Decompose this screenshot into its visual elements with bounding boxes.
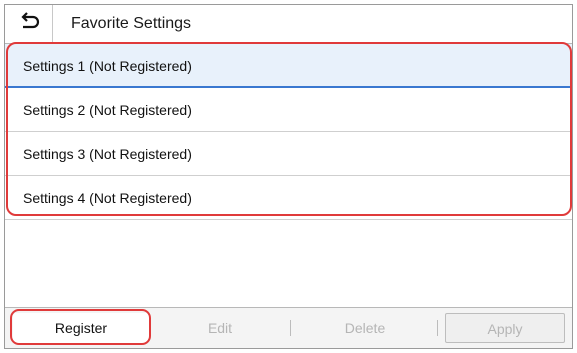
list-item-settings-4[interactable]: Settings 4 (Not Registered) xyxy=(5,176,572,220)
toolbar-divider xyxy=(437,320,438,336)
list-item-settings-3[interactable]: Settings 3 (Not Registered) xyxy=(5,132,572,176)
back-button[interactable] xyxy=(5,5,53,43)
edit-button[interactable]: Edit xyxy=(165,313,275,343)
register-button[interactable]: Register xyxy=(13,313,149,343)
page-title: Favorite Settings xyxy=(71,15,192,32)
list-item-settings-2[interactable]: Settings 2 (Not Registered) xyxy=(5,88,572,132)
settings-list: Settings 1 (Not Registered) Settings 2 (… xyxy=(5,44,572,220)
header-bar: Favorite Settings xyxy=(5,5,572,44)
apply-button[interactable]: Apply xyxy=(445,313,565,343)
delete-button[interactable]: Delete xyxy=(295,313,435,343)
action-toolbar: Register Edit Delete Apply xyxy=(5,307,572,348)
favorite-settings-screen: Favorite Settings Settings 1 (Not Regist… xyxy=(4,4,573,349)
toolbar-divider xyxy=(290,320,291,336)
list-item-settings-1[interactable]: Settings 1 (Not Registered) xyxy=(5,44,572,88)
back-arrow-icon xyxy=(18,11,40,38)
